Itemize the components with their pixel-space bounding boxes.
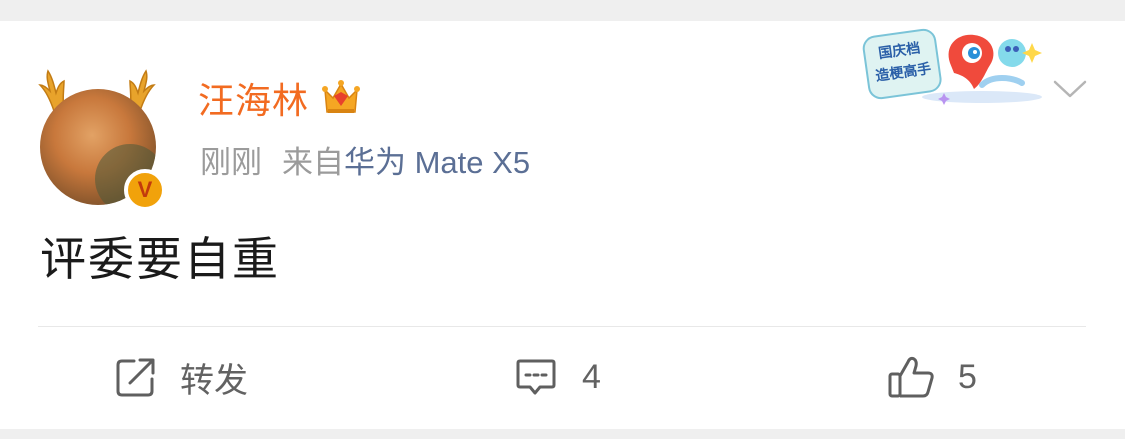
chevron-down-icon[interactable] <box>1052 77 1088 101</box>
thumbs-up-icon <box>888 356 934 398</box>
promo-banner[interactable]: 国庆档 造梗高手 <box>862 23 1048 105</box>
share-icon <box>116 358 155 397</box>
comment-button[interactable]: 4 <box>514 355 601 399</box>
source-device-link[interactable]: 华为 Mate X5 <box>344 145 530 180</box>
username[interactable]: 汪海林 <box>198 72 309 124</box>
post-card: V 汪海林 刚刚 来自华为 Mate X5 国庆档 造梗高手 评委要自重 转发 … <box>0 21 1125 429</box>
comment-icon <box>516 359 556 395</box>
divider <box>38 326 1086 327</box>
post-time: 刚刚 <box>200 145 262 180</box>
repost-button[interactable]: 转发 <box>114 355 248 400</box>
source-prefix: 来自 <box>282 145 344 180</box>
verified-badge-icon: V <box>124 169 166 211</box>
post-meta: 刚刚 来自华为 Mate X5 <box>200 137 530 182</box>
like-button[interactable]: 5 <box>886 355 977 399</box>
crown-icon[interactable] <box>319 76 363 120</box>
post-content: 评委要自重 <box>40 232 280 286</box>
author-row: 汪海林 <box>198 72 363 124</box>
avatar-container[interactable]: V <box>36 65 166 211</box>
like-count: 5 <box>958 357 977 396</box>
comment-count: 4 <box>582 357 601 396</box>
repost-label: 转发 <box>180 361 248 400</box>
